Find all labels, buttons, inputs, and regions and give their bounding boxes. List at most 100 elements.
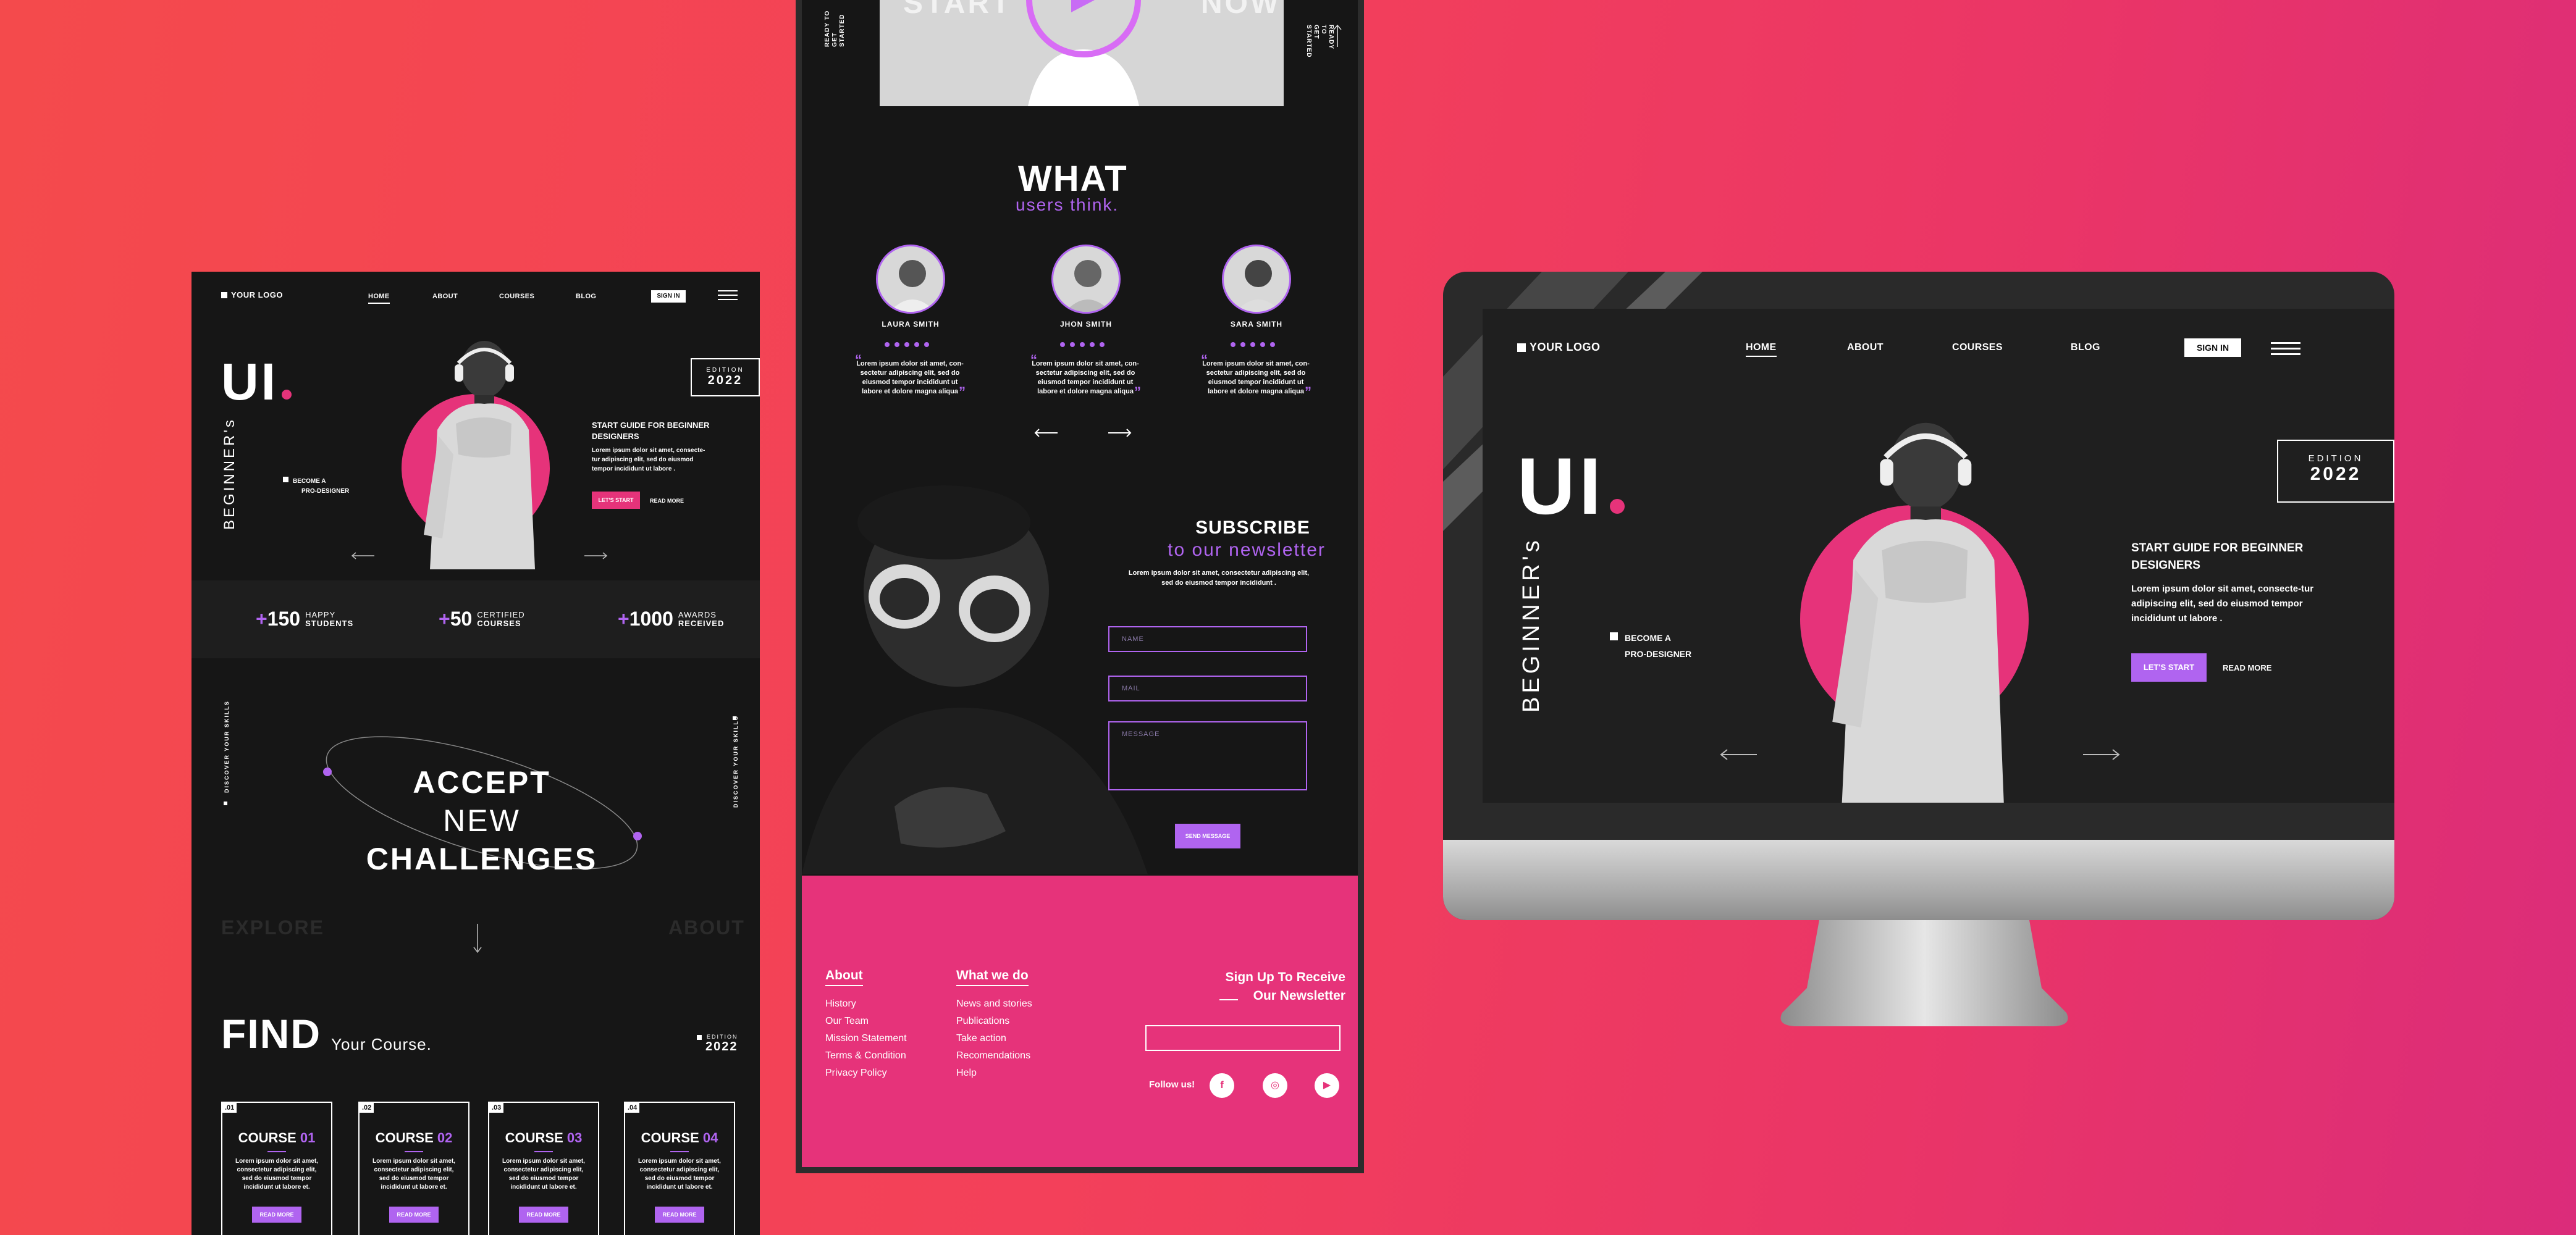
testimonial-name: JHON SMITH bbox=[1059, 320, 1112, 329]
arrow-right-icon[interactable] bbox=[2083, 748, 2121, 761]
course-card[interactable]: .03 COURSE 03 Lorem ipsum dolor sit amet… bbox=[488, 1102, 599, 1235]
rating-stars bbox=[1060, 342, 1105, 347]
send-message-button[interactable]: SEND MESSAGE bbox=[1175, 824, 1240, 848]
quote-close-icon: ” bbox=[1134, 384, 1141, 400]
footer-link[interactable]: Help bbox=[956, 1065, 977, 1082]
avatar bbox=[1222, 245, 1291, 314]
course-read-more-button[interactable]: READ MORE bbox=[252, 1207, 301, 1223]
side-label-top-right: READY TO GET STARTED bbox=[1305, 25, 1334, 58]
subscribe-text: Lorem ipsum dolor sit amet, consectetur … bbox=[1128, 569, 1310, 587]
hero-title: UI bbox=[1517, 440, 1625, 532]
nav-courses[interactable]: COURSES bbox=[499, 293, 534, 300]
footer-link[interactable]: Mission Statement bbox=[825, 1030, 907, 1047]
vertical-title: BEGINNER's bbox=[1518, 537, 1544, 713]
edition-box: EDITION 2022 bbox=[2277, 440, 2394, 503]
nav-home[interactable]: HOME bbox=[1746, 342, 1777, 357]
footer-link[interactable]: News and stories bbox=[956, 995, 1032, 1013]
follow-us-label: Follow us! bbox=[1149, 1079, 1195, 1090]
side-label-left: DISCOVER YOUR SKILLS bbox=[224, 700, 230, 793]
course-title: COURSE 03 bbox=[505, 1130, 583, 1145]
youtube-icon[interactable]: ▶ bbox=[1315, 1073, 1339, 1098]
divider bbox=[1219, 999, 1238, 1000]
footer-link[interactable]: Our Team bbox=[825, 1013, 869, 1030]
arrow-left-icon[interactable] bbox=[350, 552, 374, 559]
avatar bbox=[876, 245, 945, 314]
newsletter-email-input[interactable] bbox=[1145, 1025, 1341, 1051]
read-more-link[interactable]: READ MORE bbox=[650, 498, 684, 504]
edition-box: EDITION 2022 bbox=[691, 358, 760, 396]
nav-home[interactable]: HOME bbox=[368, 293, 390, 304]
sunglasses-person-image bbox=[802, 485, 1148, 874]
nav-blog[interactable]: BLOG bbox=[2071, 342, 2100, 353]
lets-start-button[interactable]: LET'S START bbox=[2131, 653, 2207, 682]
nav-about[interactable]: ABOUT bbox=[1847, 342, 1884, 353]
explore-text: EXPLORE bbox=[221, 916, 324, 939]
footer-link[interactable]: Privacy Policy bbox=[825, 1065, 887, 1082]
signup-heading: Sign Up To Receive Our Newsletter bbox=[1225, 970, 1346, 1003]
instagram-icon[interactable]: ◎ bbox=[1263, 1073, 1287, 1098]
hero-person-image bbox=[1832, 422, 2004, 803]
footer-link[interactable]: Terms & Condition bbox=[825, 1047, 906, 1065]
lets-start-button[interactable]: LET'S START bbox=[592, 492, 640, 509]
rating-stars bbox=[1231, 342, 1275, 347]
course-card[interactable]: .04 COURSE 04 Lorem ipsum dolor sit amet… bbox=[624, 1102, 735, 1235]
footer-link[interactable]: Publications bbox=[956, 1013, 1009, 1030]
course-read-more-button[interactable]: READ MORE bbox=[519, 1207, 568, 1223]
name-field[interactable]: NAME bbox=[1108, 626, 1307, 652]
menu-icon[interactable] bbox=[2271, 342, 2300, 356]
course-read-more-button[interactable]: READ MORE bbox=[655, 1207, 704, 1223]
play-figure bbox=[1026, 0, 1141, 106]
users-think-subtitle: users think. bbox=[1016, 195, 1119, 214]
footer-link[interactable]: Recomendations bbox=[956, 1047, 1030, 1065]
vertical-title: BEGINNER's bbox=[221, 417, 238, 530]
monitor-frame: YOUR LOGO HOME ABOUT COURSES BLOG SIGN I… bbox=[1443, 272, 2394, 920]
course-number: .03 bbox=[489, 1103, 504, 1113]
course-number: .04 bbox=[625, 1103, 640, 1113]
mail-field[interactable]: MAIL bbox=[1108, 676, 1307, 701]
find-edition: EDITION 2022 bbox=[705, 1034, 738, 1053]
testimonial-text: Lorem ipsum dolor sit amet, con-sectetur… bbox=[1032, 360, 1139, 395]
quote-close-icon: ” bbox=[1305, 384, 1311, 400]
course-card[interactable]: .01 COURSE 01 Lorem ipsum dolor sit amet… bbox=[221, 1102, 332, 1235]
course-description: Lorem ipsum dolor sit amet, consectetur … bbox=[373, 1158, 455, 1191]
arrow-right-icon[interactable] bbox=[584, 552, 609, 559]
side-label-right: DISCOVER YOUR SKILLS bbox=[733, 715, 739, 808]
footer-link[interactable]: History bbox=[825, 995, 856, 1013]
become-text: BECOME A PRO-DESIGNER bbox=[1625, 633, 1692, 659]
now-text: NOW bbox=[1201, 0, 1281, 20]
guide-title: START GUIDE FOR BEGINNER DESIGNERS bbox=[592, 421, 710, 441]
quote-close-icon: ” bbox=[959, 384, 966, 400]
nav-courses[interactable]: COURSES bbox=[1952, 342, 2003, 353]
sign-in-button[interactable]: SIGN IN bbox=[651, 290, 686, 303]
rating-stars bbox=[885, 342, 929, 347]
nav-blog[interactable]: BLOG bbox=[576, 293, 596, 300]
footer bbox=[802, 876, 1358, 1167]
guide-title: START GUIDE FOR BEGINNER DESIGNERS bbox=[2131, 542, 2304, 572]
bullet-icon bbox=[1610, 632, 1618, 640]
your-course-subtitle: Your Course. bbox=[331, 1035, 432, 1053]
message-field[interactable]: MESSAGE bbox=[1108, 721, 1307, 790]
what-title: WHAT bbox=[1018, 159, 1128, 199]
logo[interactable]: YOUR LOGO bbox=[1517, 341, 1601, 354]
nav-about[interactable]: ABOUT bbox=[432, 293, 458, 300]
newsletter-subtitle: to our newsletter bbox=[1168, 540, 1326, 560]
facebook-icon[interactable]: f bbox=[1210, 1073, 1234, 1098]
course-card[interactable]: .02 COURSE 02 Lorem ipsum dolor sit amet… bbox=[358, 1102, 469, 1235]
logo[interactable]: YOUR LOGO bbox=[221, 290, 283, 299]
footer-link[interactable]: Take action bbox=[956, 1030, 1006, 1047]
arrow-left-icon[interactable] bbox=[1033, 429, 1058, 437]
arrow-left-icon[interactable] bbox=[1719, 748, 1757, 761]
course-title: COURSE 01 bbox=[238, 1130, 316, 1145]
arrow-down-icon[interactable] bbox=[473, 924, 482, 953]
bullet-icon bbox=[283, 477, 288, 482]
monitor-chin bbox=[1443, 840, 2394, 920]
course-read-more-button[interactable]: READ MORE bbox=[389, 1207, 439, 1223]
arrow-right-icon[interactable] bbox=[1108, 429, 1133, 437]
menu-icon[interactable] bbox=[718, 290, 738, 304]
read-more-link[interactable]: READ MORE bbox=[2223, 663, 2271, 672]
sign-in-button[interactable]: SIGN IN bbox=[2184, 338, 2241, 357]
accept-headline: ACCEPT NEW CHALLENGES bbox=[366, 765, 598, 876]
testimonial-text: Lorem ipsum dolor sit amet, con-sectetur… bbox=[856, 360, 964, 395]
arrow-up-icon[interactable] bbox=[1333, 25, 1342, 47]
monitor-stand bbox=[1780, 920, 2068, 1026]
